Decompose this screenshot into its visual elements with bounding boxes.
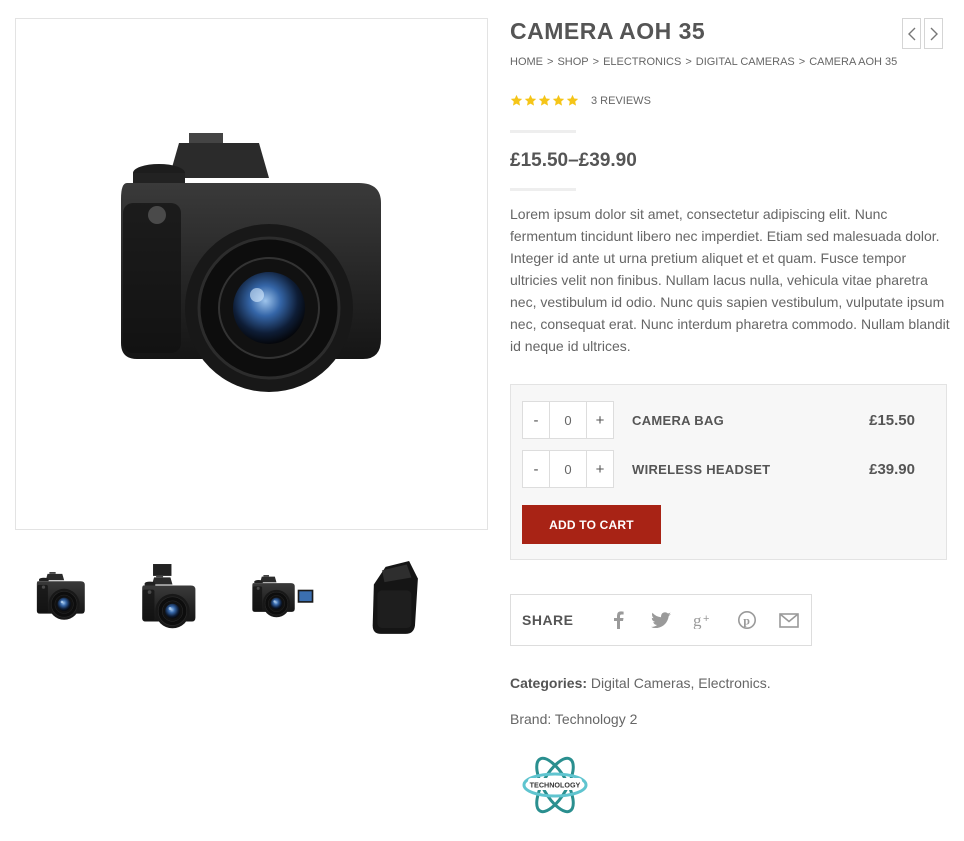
product-categories: Categories: Digital Cameras, Electronics… — [510, 675, 771, 691]
category-end: . — [766, 675, 771, 691]
camera-front-thumbnail[interactable] — [15, 552, 107, 644]
product-brand: Brand: Technology 2 — [510, 711, 638, 727]
quantity-input[interactable] — [549, 402, 587, 438]
quantity-input[interactable] — [549, 451, 587, 487]
breadcrumb-home[interactable]: HOME — [510, 56, 543, 68]
pinterest-icon[interactable]: p — [725, 605, 768, 635]
increase-quantity-button[interactable]: + — [587, 402, 613, 438]
star-icon — [524, 94, 537, 106]
google-plus-icon[interactable]: g + — [682, 605, 725, 635]
star-icon — [566, 94, 579, 106]
categories-label: Categories: — [510, 675, 588, 691]
product-navigation — [902, 18, 943, 49]
camera-screen-thumbnail[interactable] — [237, 552, 329, 644]
breadcrumb-electronics[interactable]: ELECTRONICS — [603, 56, 681, 68]
share-box: SHARE g + p — [510, 594, 812, 646]
divider — [510, 188, 576, 191]
breadcrumb-shop[interactable]: SHOP — [557, 56, 588, 68]
svg-text:+: + — [703, 613, 709, 625]
decrease-quantity-button[interactable]: - — [523, 451, 549, 487]
facebook-icon[interactable] — [596, 605, 639, 635]
previous-product-button[interactable] — [902, 18, 921, 49]
grouped-item-row: - + WIRELESS HEADSET £39.90 — [522, 450, 936, 488]
grouped-item-price: £39.90 — [869, 460, 915, 478]
product-rating: 3 REVIEWS — [510, 94, 651, 107]
next-product-button[interactable] — [924, 18, 943, 49]
category-link[interactable]: Digital Cameras — [591, 675, 691, 691]
atom-logo-icon: TECHNOLOGY — [522, 756, 588, 814]
grouped-item-row: - + CAMERA BAG £15.50 — [522, 401, 936, 439]
breadcrumb-separator: > — [547, 56, 554, 68]
reviews-link[interactable]: 3 REVIEWS — [591, 95, 651, 107]
decrease-quantity-button[interactable]: - — [523, 402, 549, 438]
star-rating — [510, 94, 579, 107]
star-icon — [538, 94, 551, 106]
breadcrumb-separator: > — [798, 56, 806, 68]
svg-text:p: p — [743, 614, 750, 628]
share-label: SHARE — [522, 612, 574, 628]
camera-flash-thumbnail[interactable] — [123, 552, 215, 644]
camera-image — [119, 133, 382, 394]
breadcrumb-current: CAMERA AOH 35 — [809, 56, 898, 68]
breadcrumb: HOME > SHOP > ELECTRONICS > DIGITAL CAME… — [510, 56, 897, 68]
star-icon — [552, 94, 565, 106]
svg-text:g: g — [693, 611, 702, 629]
price-range: £15.50–£39.90 — [510, 150, 637, 171]
main-product-image[interactable] — [15, 18, 488, 530]
star-icon — [510, 94, 523, 106]
grouped-item-name[interactable]: WIRELESS HEADSET — [632, 462, 770, 477]
chevron-left-icon — [907, 27, 915, 40]
breadcrumb-separator: > — [685, 56, 692, 68]
category-link[interactable]: Electronics — [698, 675, 766, 691]
product-description: Lorem ipsum dolor sit amet, consectetur … — [510, 206, 950, 354]
grouped-item-price: £15.50 — [869, 411, 915, 429]
camera-bag-thumbnail[interactable] — [349, 552, 441, 644]
chevron-right-icon — [930, 27, 938, 40]
breadcrumb-separator: > — [592, 56, 600, 68]
brand-logo[interactable]: TECHNOLOGY — [520, 750, 590, 820]
increase-quantity-button[interactable]: + — [587, 451, 613, 487]
add-to-cart-button[interactable]: ADD TO CART — [522, 505, 661, 544]
grouped-products-form: - + CAMERA BAG £15.50 - + WIRELESS HEADS… — [510, 384, 947, 560]
divider — [510, 130, 576, 133]
quantity-stepper: - + — [522, 450, 614, 488]
quantity-stepper: - + — [522, 401, 614, 439]
twitter-icon[interactable] — [639, 605, 682, 635]
email-icon[interactable] — [768, 605, 811, 635]
breadcrumb-digital-cameras[interactable]: DIGITAL CAMERAS — [696, 56, 795, 68]
product-title: CAMERA AOH 35 — [510, 18, 706, 44]
thumbnail-gallery — [15, 552, 488, 644]
grouped-item-name[interactable]: CAMERA BAG — [632, 413, 724, 428]
brand-logo-text: TECHNOLOGY — [530, 781, 581, 790]
